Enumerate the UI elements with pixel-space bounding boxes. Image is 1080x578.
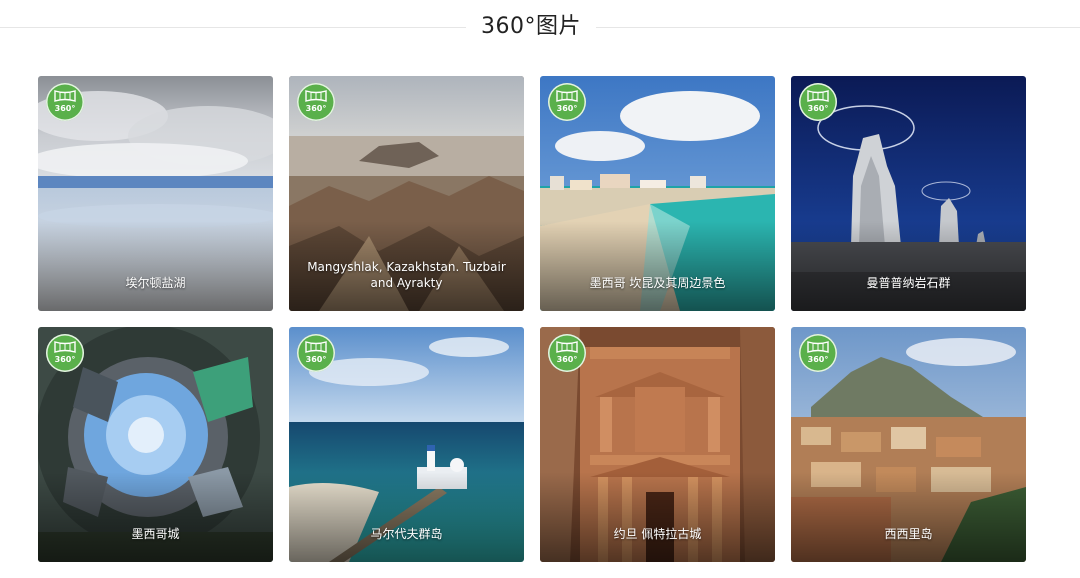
label-shade [540,221,775,311]
page-title: 360°图片 [481,14,581,39]
badge-text: 360° [556,104,578,113]
panorama-card[interactable]: 360° 西西里岛 [791,327,1026,562]
badge-text: 360° [305,104,327,113]
panorama-360-badge: 360° [548,334,586,372]
panorama-360-badge: 360° [799,83,837,121]
panorama-360-icon [305,90,327,102]
panorama-360-badge: 360° [297,334,335,372]
badge-text: 360° [305,355,327,364]
label-shade [289,472,524,562]
section-header: 360°图片 [0,0,1080,56]
card-title: 埃尔顿盐湖 [125,276,186,290]
card-title: 马尔代夫群岛 [370,527,443,541]
panorama-card[interactable]: 360° 曼普普纳岩石群 [791,76,1026,311]
panorama-360-badge: 360° [297,83,335,121]
badge-text: 360° [54,104,76,113]
panorama-card[interactable]: 360° 墨西哥城 [38,327,273,562]
panorama-360-icon [54,341,76,353]
panorama-360-badge: 360° [548,83,586,121]
badge-text: 360° [807,355,829,364]
panorama-card[interactable]: 360° 马尔代夫群岛 [289,327,524,562]
badge-text: 360° [556,355,578,364]
panorama-360-icon [556,341,578,353]
panorama-card[interactable]: 360° 埃尔顿盐湖 [38,76,273,311]
label-shade [540,472,775,562]
card-title: 约旦 佩特拉古城 [613,527,702,541]
panorama-card[interactable]: 360° 约旦 佩特拉古城 [540,327,775,562]
card-title: 墨西哥 坎昆及其周边景色 [589,276,726,290]
panorama-card[interactable]: 360° 墨西哥 坎昆及其周边景色 [540,76,775,311]
label-shade [38,221,273,311]
panorama-360-badge: 360° [46,83,84,121]
panorama-360-icon [305,341,327,353]
badge-text: 360° [54,355,76,364]
card-title: 西西里岛 [884,527,933,541]
panorama-card[interactable]: 360° Mangyshlak, Kazakhstan. Tuzbair and… [289,76,524,311]
divider-left [0,27,466,28]
label-shade [791,221,1026,311]
label-shade [38,472,273,562]
badge-text: 360° [807,104,829,113]
panorama-360-icon [807,341,829,353]
divider-right [596,27,1080,28]
card-title: 曼普普纳岩石群 [866,276,951,290]
card-title: 墨西哥城 [131,527,180,541]
label-shade [791,472,1026,562]
panorama-360-badge: 360° [799,334,837,372]
panorama-360-badge: 360° [46,334,84,372]
panorama-360-icon [556,90,578,102]
card-title: Mangyshlak, Kazakhstan. Tuzbair and Ayra… [307,260,506,290]
panorama-360-icon [54,90,76,102]
panorama-360-icon [807,90,829,102]
